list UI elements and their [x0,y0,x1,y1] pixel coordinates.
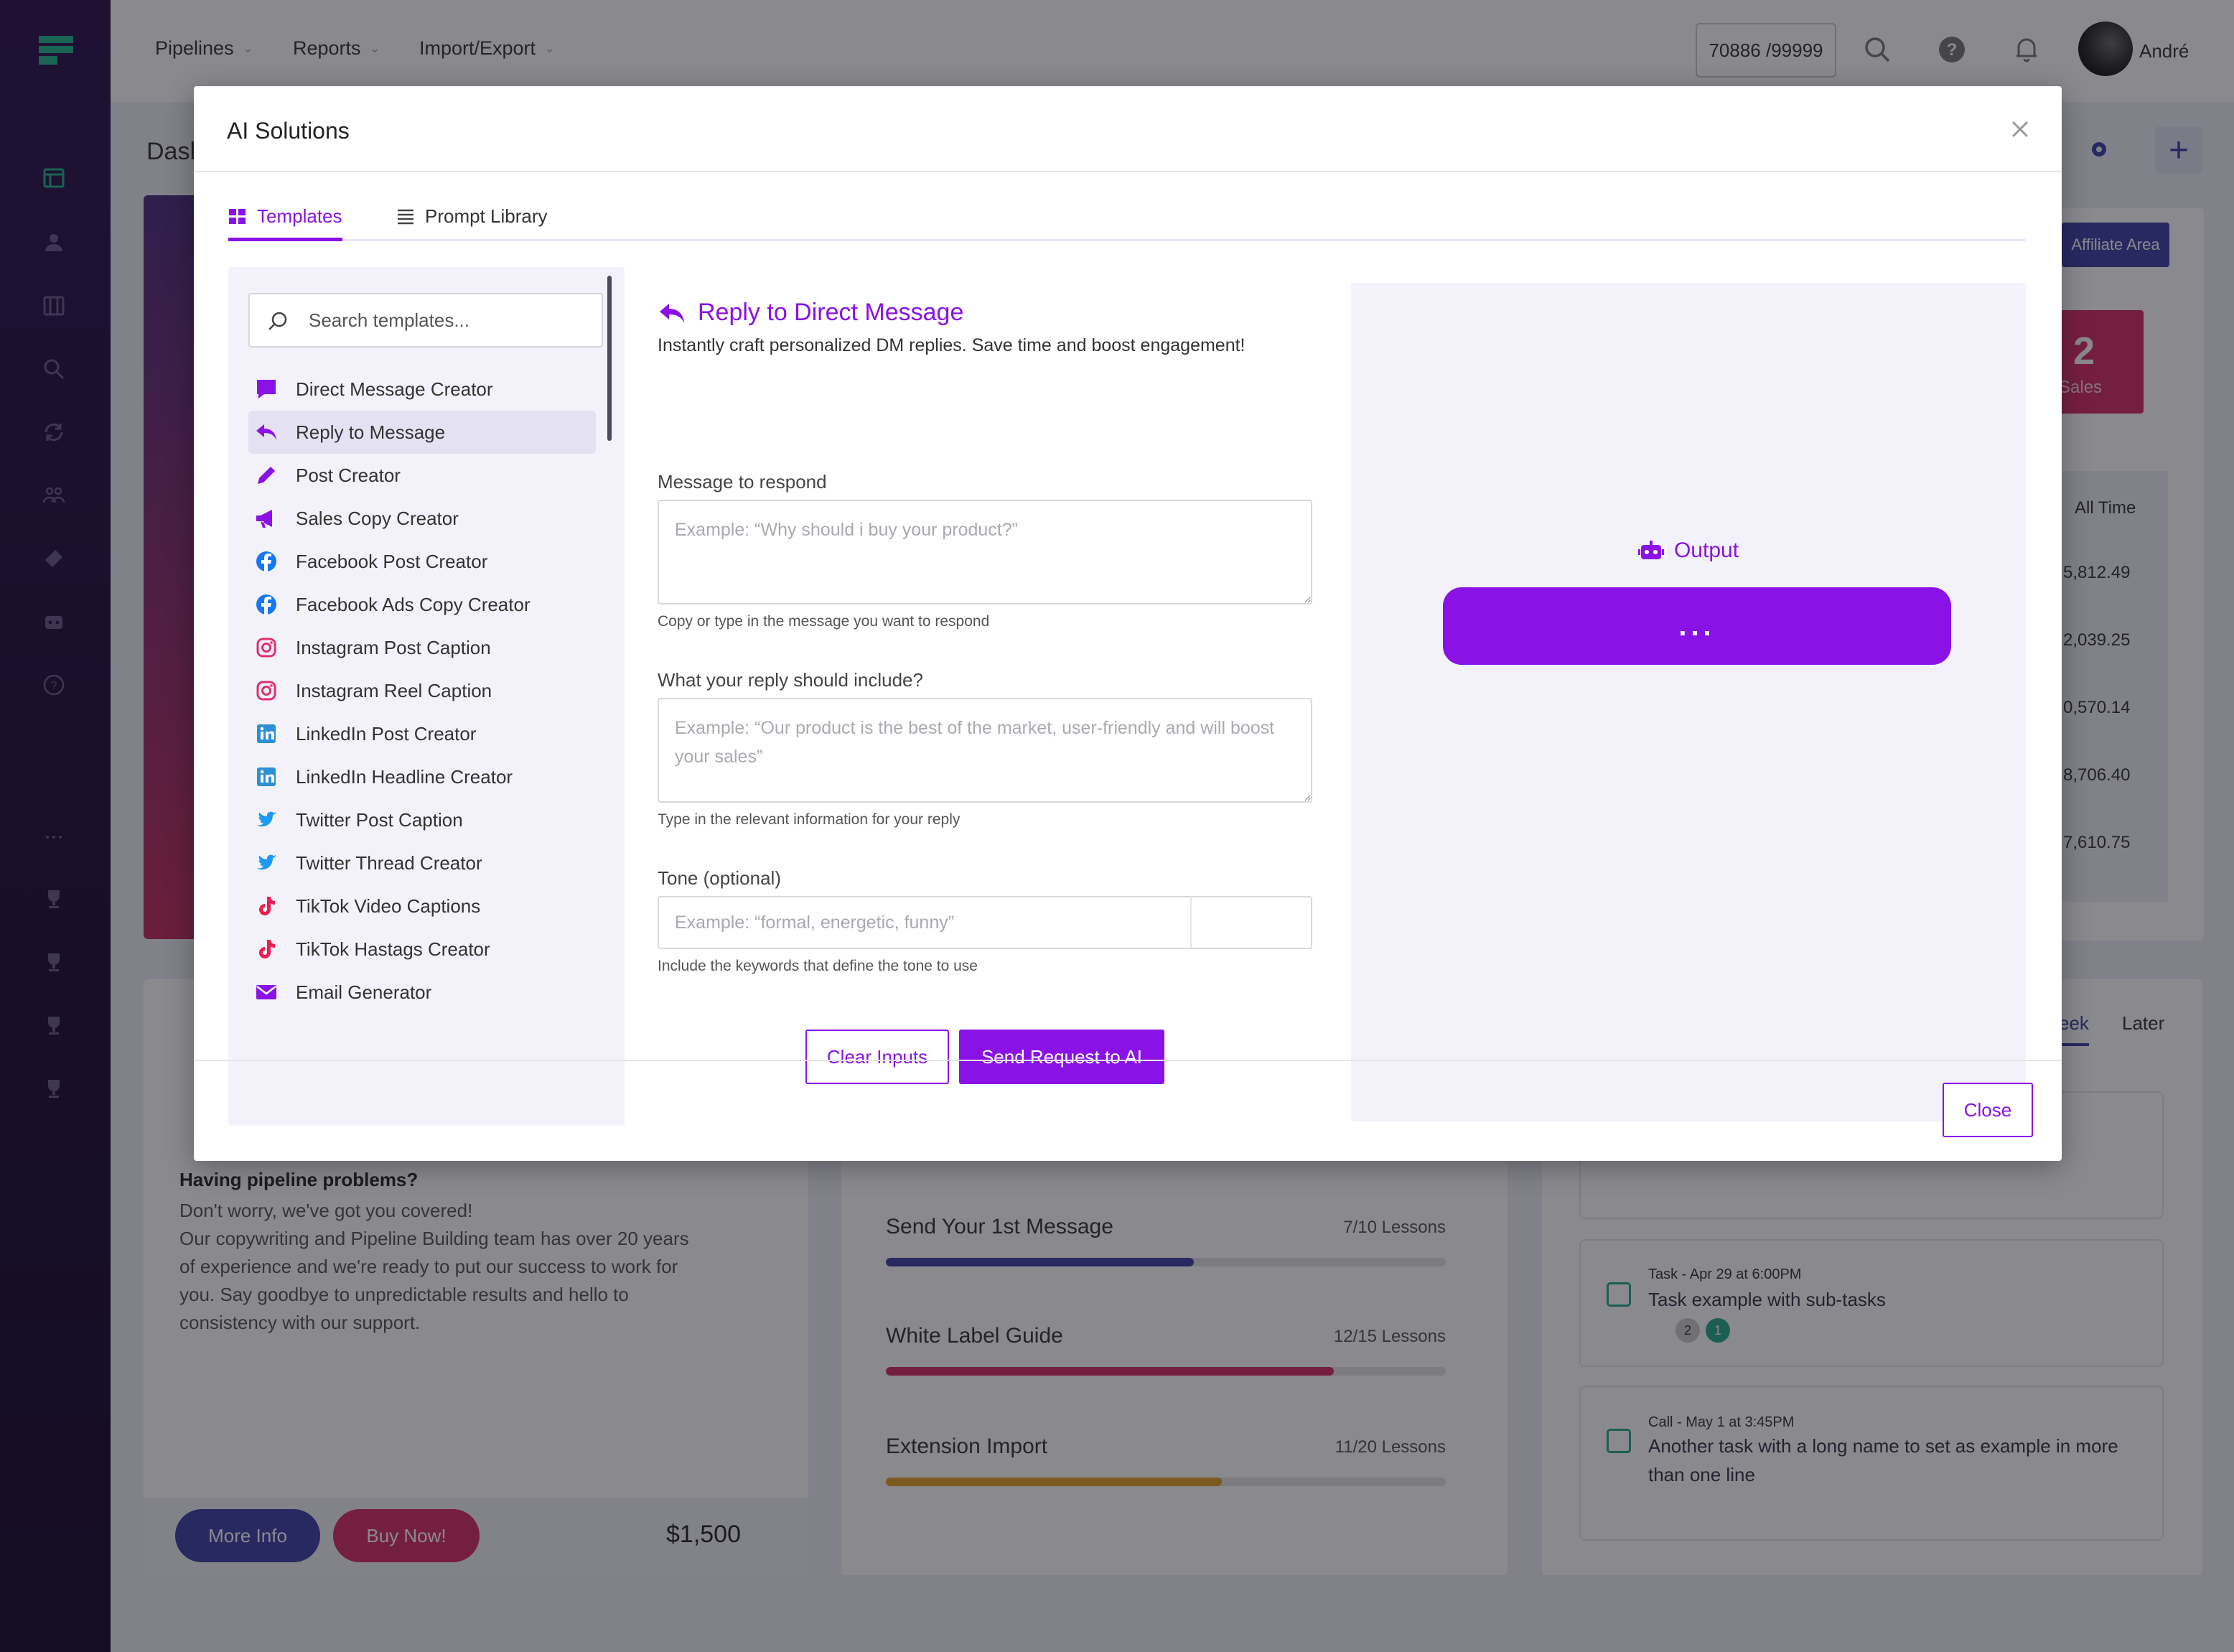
output-loading-bar[interactable]: ... [1443,587,1951,665]
template-label: Email Generator [296,981,432,1003]
template-form: Reply to Direct Message Instantly craft … [658,299,1314,1084]
tab-bar: Templates Prompt Library [228,205,2026,241]
template-label: Direct Message Creator [296,378,493,400]
template-item[interactable]: Twitter Thread Creator [248,841,596,885]
tiktok-icon [254,894,279,918]
input-divider [1190,896,1192,949]
template-item[interactable]: Instagram Reel Caption [248,669,596,712]
ai-solutions-modal: AI Solutions Templates Prompt Library Di… [194,86,2062,1161]
template-label: TikTok Hastags Creator [296,938,490,960]
template-item[interactable]: LinkedIn Headline Creator [248,755,596,798]
template-list-scrollbar[interactable] [607,276,612,441]
facebook-icon [254,592,279,617]
reply-icon [660,303,684,323]
template-search [248,293,603,347]
close-button[interactable]: Close [1943,1083,2033,1137]
modal-footer: Close [194,1060,2062,1161]
reply-icon [254,420,279,444]
template-item[interactable]: Direct Message Creator [248,368,596,411]
tab-prompt-library[interactable]: Prompt Library [396,205,548,241]
template-item[interactable]: Instagram Post Caption [248,626,596,669]
reply-include-hint: Type in the relevant information for you… [658,811,961,828]
template-label: Sales Copy Creator [296,507,459,529]
template-item[interactable]: Reply to Message [248,411,596,454]
output-label-text: Output [1673,538,1739,562]
template-label: Post Creator [296,464,401,486]
tone-input[interactable] [658,896,1312,949]
reply-include-textarea[interactable] [658,698,1312,803]
envelope-icon [254,980,279,1004]
message-textarea[interactable] [658,500,1312,605]
templates-panel: Direct Message Creator Reply to Message Po… [228,267,625,1126]
search-icon [268,312,287,330]
output-panel: Output ... [1351,283,2026,1121]
grid-icon [229,209,246,224]
template-label: Instagram Post Caption [296,636,491,658]
template-item[interactable]: Sales Copy Creator [248,497,596,540]
template-item[interactable]: Post Creator [248,454,596,497]
form-description: Instantly craft personalized DM replies.… [658,335,1245,355]
tone-hint: Include the keywords that define the ton… [658,958,978,974]
instagram-icon [254,635,279,660]
megaphone-icon [254,506,279,531]
linkedin-icon [254,765,279,789]
template-item[interactable]: Twitter Post Caption [248,798,596,841]
close-icon[interactable] [2007,116,2033,142]
reply-include-label: What your reply should include? [658,669,923,691]
template-label: Facebook Post Creator [296,550,488,572]
search-input[interactable] [309,294,596,346]
template-label: Twitter Thread Creator [296,851,482,874]
template-item[interactable]: Email Generator [248,971,596,1014]
template-label: Reply to Message [296,421,446,443]
tab-label: Templates [257,205,342,227]
template-item[interactable]: TikTok Video Captions [248,885,596,928]
pencil-icon [254,463,279,487]
template-item[interactable]: TikTok Hastags Creator [248,928,596,971]
robot-icon [1637,541,1664,559]
template-label: Instagram Reel Caption [296,679,492,701]
template-item[interactable]: Facebook Post Creator [248,540,596,583]
instagram-icon [254,678,279,703]
template-list: Direct Message Creator Reply to Message Po… [248,368,596,1014]
template-label: LinkedIn Headline Creator [296,765,513,788]
form-heading-text: Reply to Direct Message [698,299,964,326]
message-hint: Copy or type in the message you want to … [658,613,990,630]
facebook-icon [254,549,279,574]
output-label: Output [1351,538,2026,563]
tab-label: Prompt Library [425,205,548,227]
template-label: LinkedIn Post Creator [296,722,477,745]
modal-title: AI Solutions [227,118,350,144]
template-label: TikTok Video Captions [296,895,481,917]
twitter-icon [254,808,279,832]
form-heading: Reply to Direct Message [658,299,1314,327]
tab-templates[interactable]: Templates [228,205,342,241]
template-label: Facebook Ads Copy Creator [296,593,531,615]
linkedin-icon [254,722,279,746]
tone-label: Tone (optional) [658,867,781,889]
message-label: Message to respond [658,471,827,493]
tiktok-icon [254,937,279,961]
template-item[interactable]: LinkedIn Post Creator [248,712,596,755]
twitter-icon [254,851,279,875]
template-item[interactable]: Facebook Ads Copy Creator [248,583,596,626]
list-icon [398,209,413,225]
modal-header: AI Solutions [194,86,2062,172]
chat-icon [254,377,279,401]
template-label: Twitter Post Caption [296,808,463,831]
